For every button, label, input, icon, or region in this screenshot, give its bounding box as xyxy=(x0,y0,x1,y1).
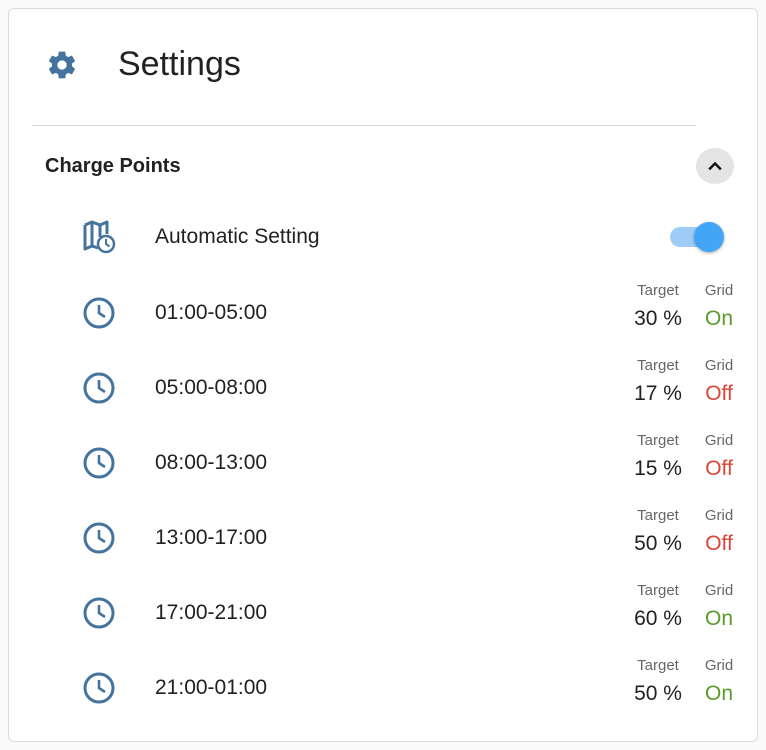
page-title: Settings xyxy=(118,45,241,83)
collapse-button[interactable] xyxy=(696,148,734,184)
target-stat: Target 17 % xyxy=(626,357,690,407)
grid-value: Off xyxy=(705,382,733,405)
grid-value: Off xyxy=(705,532,733,555)
target-stat: Target 50 % xyxy=(626,507,690,557)
automatic-setting-label: Automatic Setting xyxy=(155,225,320,248)
clock-icon xyxy=(83,447,115,479)
target-stat: Target 30 % xyxy=(626,282,690,332)
grid-label: Grid xyxy=(704,507,734,524)
target-label: Target xyxy=(637,357,679,374)
schedule-time: 01:00-05:00 xyxy=(155,301,268,324)
gear-icon xyxy=(49,51,75,79)
target-label: Target xyxy=(637,507,679,524)
grid-label: Grid xyxy=(704,357,734,374)
target-value: 60 % xyxy=(634,607,682,630)
target-stat: Target 50 % xyxy=(626,657,690,707)
automatic-setting-toggle[interactable] xyxy=(670,222,728,252)
target-label: Target xyxy=(637,657,679,674)
grid-label: Grid xyxy=(704,432,734,449)
schedule-row[interactable]: 08:00-13:00 Target 15 % Grid Off xyxy=(0,432,766,492)
target-label: Target xyxy=(637,282,679,299)
grid-value: On xyxy=(704,307,733,330)
schedule-time: 17:00-21:00 xyxy=(155,601,268,624)
grid-label: Grid xyxy=(704,282,734,299)
grid-stat: Grid On xyxy=(700,282,738,332)
grid-stat: Grid On xyxy=(700,582,738,632)
toggle-knob xyxy=(694,222,724,252)
target-label: Target xyxy=(637,582,679,599)
target-value: 50 % xyxy=(634,532,682,555)
clock-icon xyxy=(83,372,115,404)
target-stat: Target 15 % xyxy=(626,432,690,482)
schedule-time: 05:00-08:00 xyxy=(155,376,268,399)
target-stat: Target 60 % xyxy=(626,582,690,632)
grid-stat: Grid Off xyxy=(700,357,738,407)
schedule-time: 08:00-13:00 xyxy=(155,451,268,474)
grid-value: On xyxy=(704,682,733,705)
target-label: Target xyxy=(637,432,679,449)
grid-stat: Grid On xyxy=(700,657,738,707)
grid-label: Grid xyxy=(704,582,734,599)
grid-value: On xyxy=(704,607,733,630)
schedule-row[interactable]: 05:00-08:00 Target 17 % Grid Off xyxy=(0,357,766,417)
schedule-row[interactable]: 01:00-05:00 Target 30 % Grid On xyxy=(0,282,766,342)
target-value: 50 % xyxy=(634,682,682,705)
schedule-time: 21:00-01:00 xyxy=(155,676,268,699)
schedule-row[interactable]: 17:00-21:00 Target 60 % Grid On xyxy=(0,582,766,642)
automatic-setting-row: Automatic Setting xyxy=(0,206,766,266)
map-clock-icon xyxy=(83,220,116,254)
clock-icon xyxy=(83,297,115,329)
target-value: 17 % xyxy=(634,382,682,405)
schedule-time: 13:00-17:00 xyxy=(155,526,268,549)
clock-icon xyxy=(83,522,115,554)
target-value: 30 % xyxy=(634,307,682,330)
section-title: Charge Points xyxy=(45,155,181,177)
target-value: 15 % xyxy=(634,457,682,480)
grid-stat: Grid Off xyxy=(700,432,738,482)
clock-icon xyxy=(83,597,115,629)
grid-stat: Grid Off xyxy=(700,507,738,557)
divider xyxy=(32,125,696,126)
schedule-row[interactable]: 21:00-01:00 Target 50 % Grid On xyxy=(0,657,766,717)
grid-label: Grid xyxy=(704,657,734,674)
clock-icon xyxy=(83,672,115,704)
schedule-row[interactable]: 13:00-17:00 Target 50 % Grid Off xyxy=(0,507,766,567)
chevron-up-icon xyxy=(708,161,722,171)
grid-value: Off xyxy=(705,457,733,480)
